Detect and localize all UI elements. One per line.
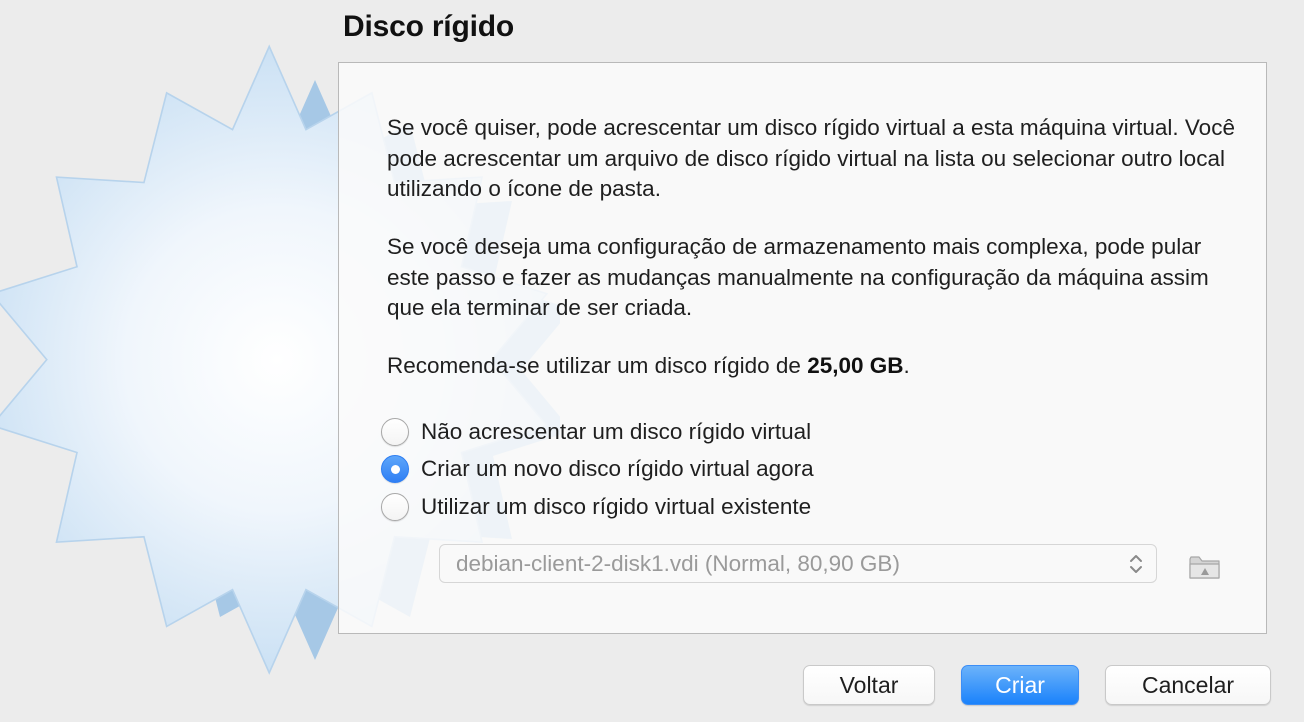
back-button[interactable]: Voltar — [803, 665, 935, 705]
create-button[interactable]: Criar — [961, 665, 1079, 705]
recommendation-prefix: Recomenda-se utilizar um disco rígido de — [387, 353, 808, 378]
advanced-paragraph: Se você deseja uma configuração de armaz… — [387, 234, 1209, 320]
content-panel: Se você quiser, pode acrescentar um disc… — [338, 62, 1267, 634]
page-title: Disco rígido — [343, 10, 514, 43]
option-label: Criar um novo disco rígido virtual agora — [421, 456, 814, 481]
radio-button[interactable] — [381, 418, 409, 446]
option-no-disk[interactable]: Não acrescentar um disco rígido virtual — [381, 416, 811, 448]
radio-dot — [390, 464, 400, 474]
option-create-new-disk[interactable]: Criar um novo disco rígido virtual agora — [381, 453, 814, 485]
select-value: debian-client-2-disk1.vdi (Normal, 80,90… — [456, 550, 900, 576]
option-existing-disk[interactable]: Utilizar um disco rígido virtual existen… — [381, 491, 811, 523]
option-label: Não acrescentar um disco rígido virtual — [421, 419, 812, 444]
radio-button[interactable] — [381, 493, 409, 521]
chevron-up-down-icon — [1130, 554, 1142, 573]
folder-icon[interactable] — [1187, 551, 1223, 583]
recommended-size: 25,00 GB — [807, 353, 904, 378]
option-label: Utilizar um disco rígido virtual existen… — [421, 494, 812, 519]
recommendation-text: Recomenda-se utilizar um disco rígido de… — [387, 351, 1247, 382]
radio-button-selected[interactable] — [381, 455, 409, 483]
intro-paragraph: Se você quiser, pode acrescentar um disc… — [387, 115, 1235, 201]
recommendation-suffix: . — [903, 353, 910, 378]
cancel-button[interactable]: Cancelar — [1105, 665, 1271, 705]
existing-disk-select[interactable]: debian-client-2-disk1.vdi (Normal, 80,90… — [439, 544, 1157, 583]
